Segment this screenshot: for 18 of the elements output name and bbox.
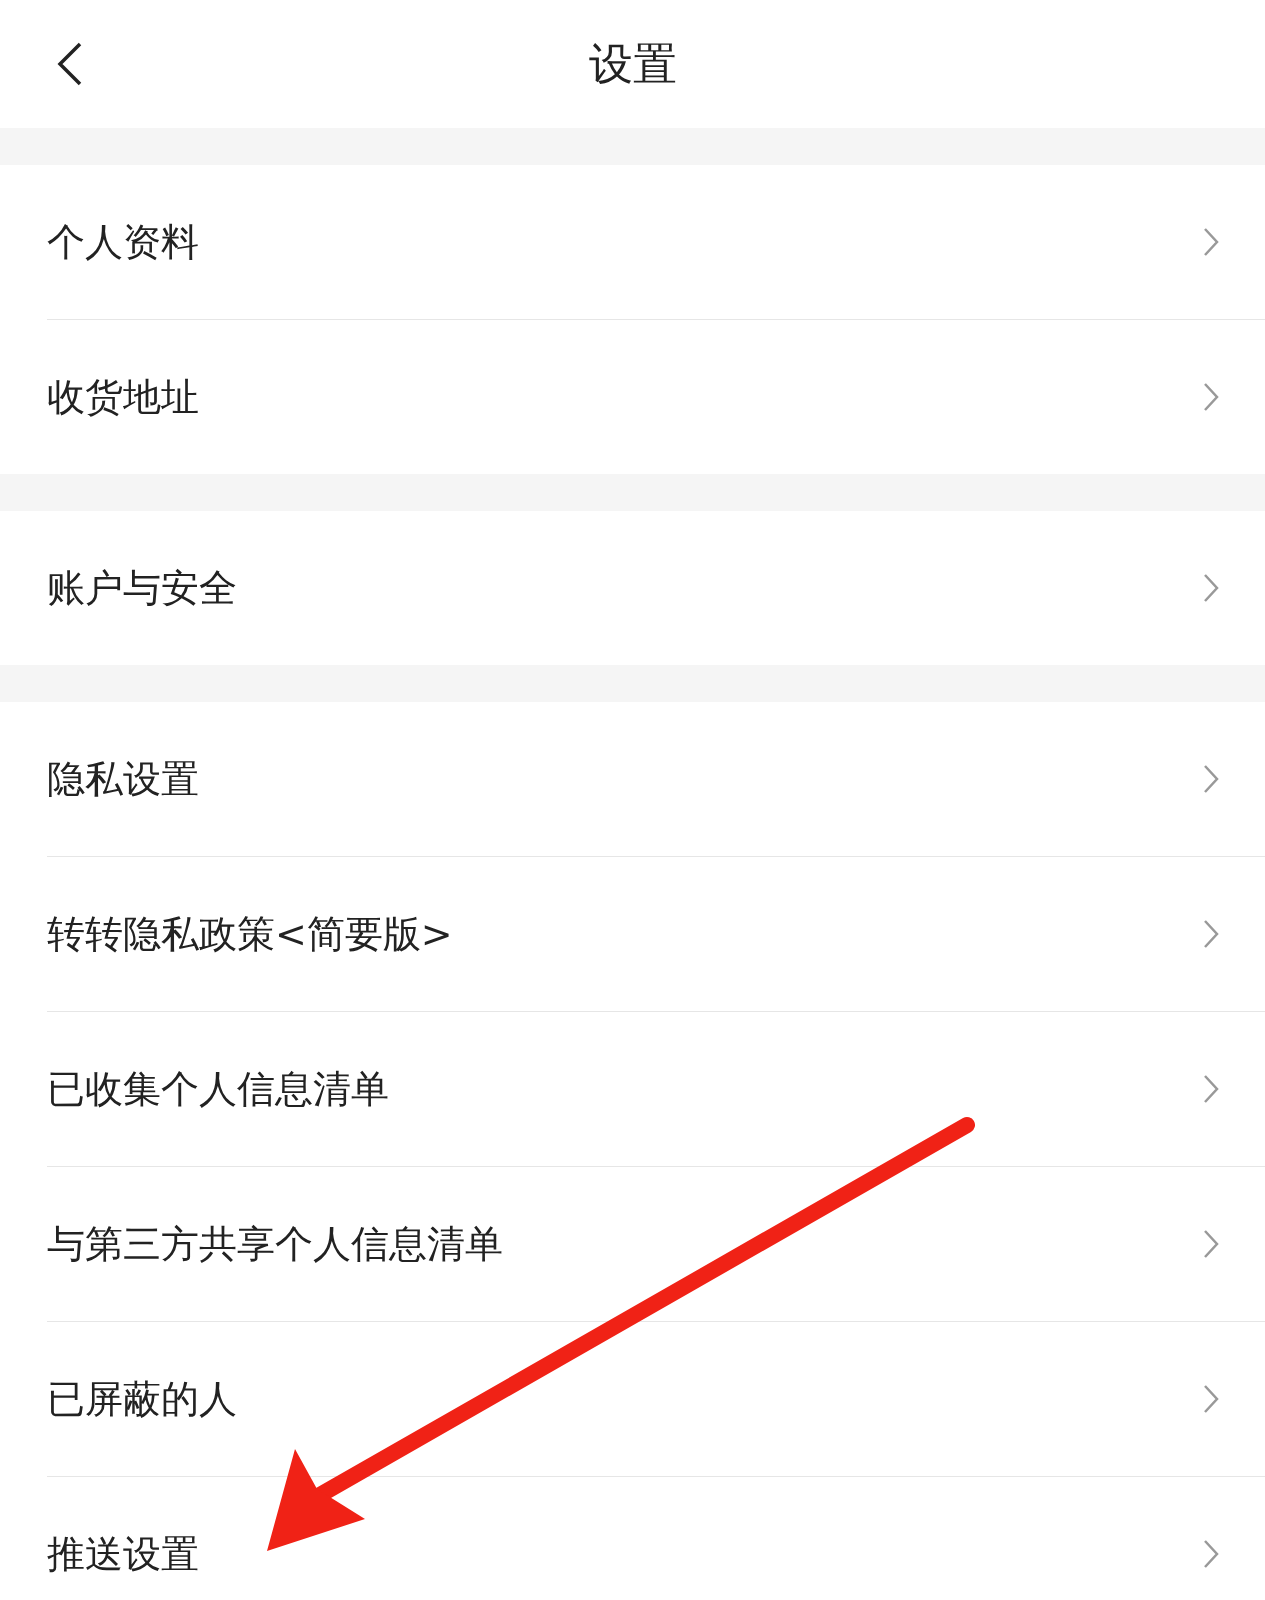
chevron-icon — [1203, 382, 1219, 412]
settings-item[interactable]: 已收集个人信息清单 — [47, 1012, 1265, 1167]
chevron-icon — [1203, 227, 1219, 257]
chevron-icon — [1203, 1384, 1219, 1414]
settings-item[interactable]: 收货地址 — [47, 320, 1265, 474]
chevron-icon — [1203, 573, 1219, 603]
chevron-icon — [1203, 919, 1219, 949]
chevron-icon — [1203, 764, 1219, 794]
settings-item[interactable]: 隐私设置 — [47, 702, 1265, 857]
settings-item[interactable]: 转转隐私政策<简要版> — [47, 857, 1265, 1012]
chevron-icon — [1203, 1229, 1219, 1259]
chevron-icon — [1203, 1539, 1219, 1569]
settings-item[interactable]: 与第三方共享个人信息清单 — [47, 1167, 1265, 1322]
back-icon[interactable] — [56, 42, 84, 86]
settings-item[interactable]: 个人资料 — [47, 165, 1265, 320]
settings-item[interactable]: 推送设置 — [47, 1477, 1265, 1600]
chevron-icon — [1203, 1074, 1219, 1104]
page-title: 设置 — [588, 36, 677, 91]
